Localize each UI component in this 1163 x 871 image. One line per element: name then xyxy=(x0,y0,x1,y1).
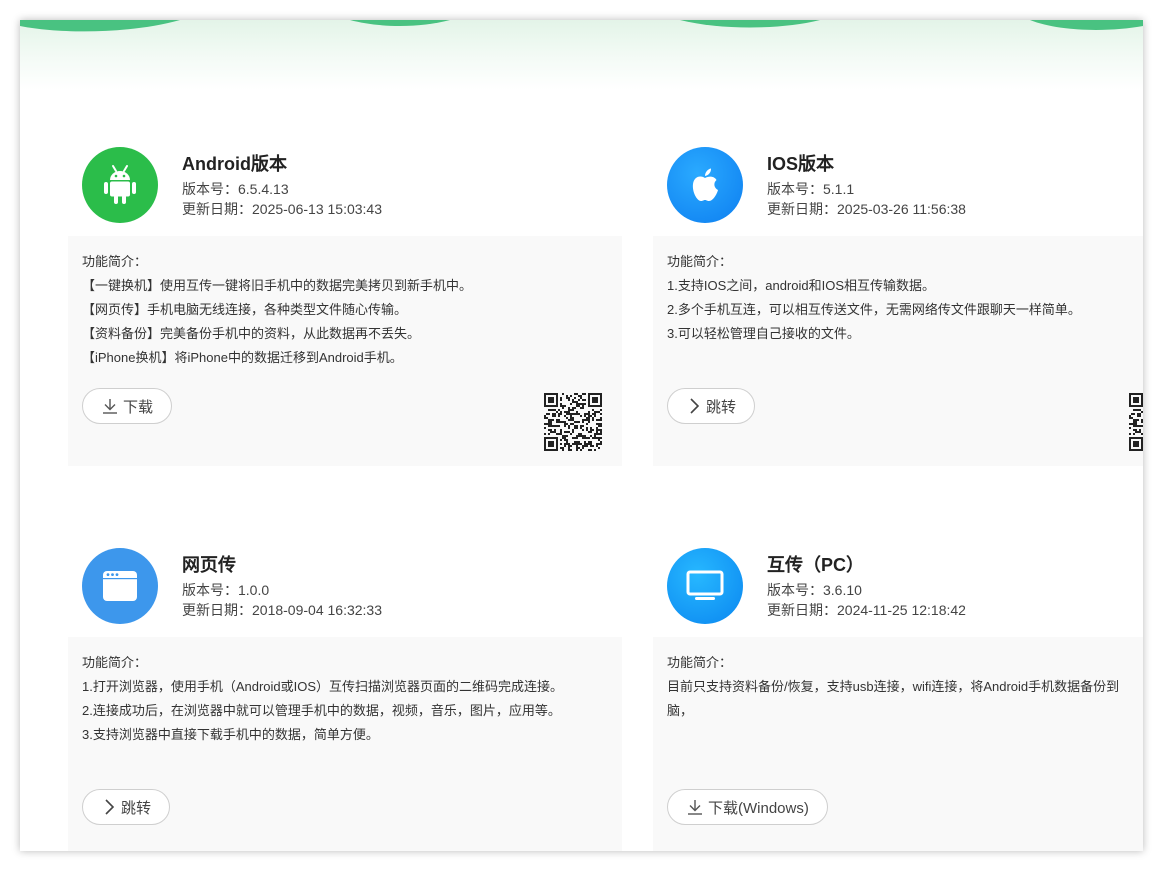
download-windows-button[interactable]: 下载(Windows) xyxy=(667,789,828,825)
download-button[interactable]: 下载 xyxy=(82,388,173,424)
card-description-panel: 功能简介： 1.支持IOS之间，android和IOS相互传输数据。 2.多个手… xyxy=(653,236,1143,466)
header-wave-decoration xyxy=(20,20,1143,32)
browser-window-icon xyxy=(82,548,158,624)
card-header: 网页传 版本号：1.0.0 更新日期：2018-09-04 16:32:33 xyxy=(68,533,622,624)
update-date: 更新日期：2024-11-25 12:18:42 xyxy=(767,602,966,618)
app-card-web-transfer: 网页传 版本号：1.0.0 更新日期：2018-09-04 16:32:33 功… xyxy=(68,533,622,851)
app-title: Android版本 xyxy=(182,154,287,174)
card-description-panel: 功能简介： 【一键换机】使用互传一键将旧手机中的数据完美拷贝到新手机中。 【网页… xyxy=(68,236,622,466)
button-label: 跳转 xyxy=(706,398,737,416)
jump-button[interactable]: 跳转 xyxy=(82,789,171,825)
android-icon xyxy=(82,147,158,223)
download-icon xyxy=(688,800,702,815)
description-heading: 功能简介： xyxy=(82,254,148,269)
description-line: 1.支持IOS之间，android和IOS相互传输数据。 xyxy=(667,278,935,293)
description-line: 2.连接成功后，在浏览器中就可以管理手机中的数据，视频，音乐，图片，应用等。 xyxy=(82,703,561,718)
card-description-panel: 功能简介： 目前只支持资料备份/恢复，支持usb连接，wifi连接，将Andro… xyxy=(653,637,1143,851)
description-line: 目前只支持资料备份/恢复，支持usb连接，wifi连接，将Android手机数据… xyxy=(667,679,1120,694)
header-wave-band xyxy=(20,20,1143,90)
app-card-android: Android版本 版本号：6.5.4.13 更新日期：2025-06-13 1… xyxy=(68,132,622,466)
chevron-right-icon xyxy=(105,799,115,815)
qr-code xyxy=(544,393,602,451)
card-header: 互传（PC） 版本号：3.6.10 更新日期：2024-11-25 12:18:… xyxy=(653,533,1143,624)
description-line: 【一键换机】使用互传一键将旧手机中的数据完美拷贝到新手机中。 xyxy=(82,278,473,293)
card-description-panel: 功能简介： 1.打开浏览器，使用手机（Android或IOS）互传扫描浏览器页面… xyxy=(68,637,622,851)
version-number: 版本号：3.6.10 xyxy=(767,582,862,598)
app-title: IOS版本 xyxy=(767,154,835,174)
description-line: 3.可以轻松管理自己接收的文件。 xyxy=(667,326,860,341)
jump-button[interactable]: 跳转 xyxy=(667,388,756,424)
qr-code xyxy=(1129,393,1143,451)
button-label: 跳转 xyxy=(121,799,152,817)
app-title: 互传（PC） xyxy=(767,555,865,575)
version-number: 版本号：5.1.1 xyxy=(767,181,855,197)
button-label: 下载 xyxy=(123,398,154,416)
description-line: 3.支持浏览器中直接下载手机中的数据，简单方便。 xyxy=(82,727,379,742)
monitor-icon xyxy=(667,548,743,624)
app-card-ios: IOS版本 版本号：5.1.1 更新日期：2025-03-26 11:56:38… xyxy=(653,132,1143,466)
app-card-pc: 互传（PC） 版本号：3.6.10 更新日期：2024-11-25 12:18:… xyxy=(653,533,1143,851)
update-date: 更新日期：2025-03-26 11:56:38 xyxy=(767,201,966,217)
card-header: Android版本 版本号：6.5.4.13 更新日期：2025-06-13 1… xyxy=(68,132,622,223)
version-number: 版本号：6.5.4.13 xyxy=(182,181,289,197)
description-line: 【资料备份】完美备份手机中的资料，从此数据再不丢失。 xyxy=(82,326,421,341)
description-heading: 功能简介： xyxy=(667,655,733,670)
description-line: 2.多个手机互连，可以相互传送文件，无需网络传文件跟聊天一样简单。 xyxy=(667,302,1081,317)
description-heading: 功能简介： xyxy=(82,655,148,670)
description-line: 脑， xyxy=(667,703,694,718)
app-title: 网页传 xyxy=(182,555,236,575)
chevron-right-icon xyxy=(690,398,700,414)
version-number: 版本号：1.0.0 xyxy=(182,582,270,598)
button-label: 下载(Windows) xyxy=(708,799,809,817)
page-frame: Android版本 版本号：6.5.4.13 更新日期：2025-06-13 1… xyxy=(20,20,1143,851)
update-date: 更新日期：2025-06-13 15:03:43 xyxy=(182,201,382,217)
description-line: 【iPhone换机】将iPhone中的数据迁移到Android手机。 xyxy=(82,350,403,365)
update-date: 更新日期：2018-09-04 16:32:33 xyxy=(182,602,382,618)
description-line: 1.打开浏览器，使用手机（Android或IOS）互传扫描浏览器页面的二维码完成… xyxy=(82,679,564,694)
description-heading: 功能简介： xyxy=(667,254,733,269)
download-icon xyxy=(103,399,117,414)
description-line: 【网页传】手机电脑无线连接，各种类型文件随心传输。 xyxy=(82,302,408,317)
apple-icon xyxy=(667,147,743,223)
card-header: IOS版本 版本号：5.1.1 更新日期：2025-03-26 11:56:38 xyxy=(653,132,1143,223)
